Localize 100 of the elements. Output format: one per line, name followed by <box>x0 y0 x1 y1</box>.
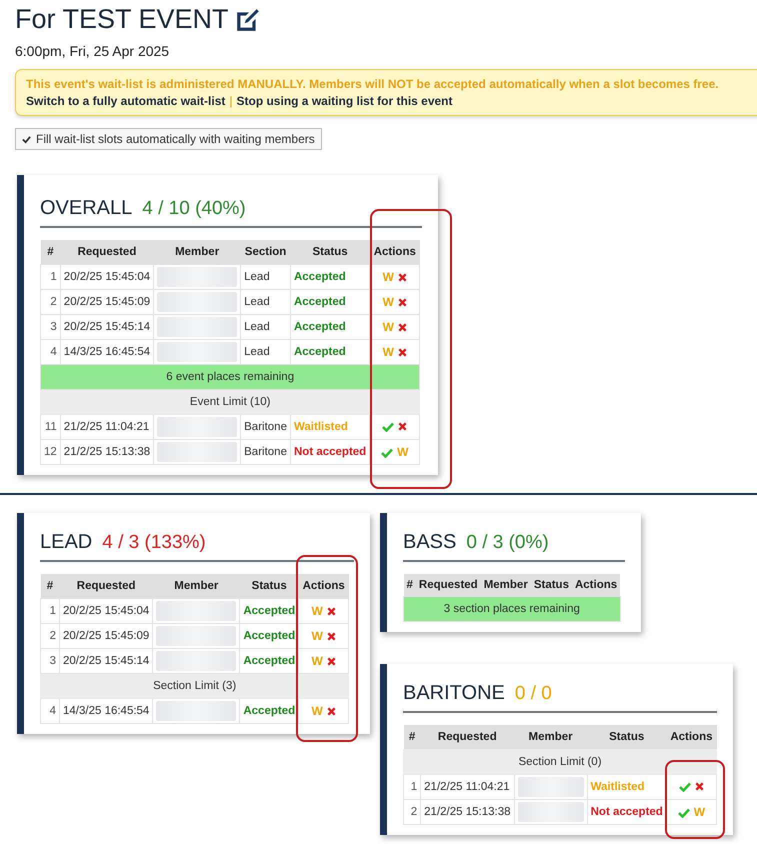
close-icon[interactable] <box>326 707 336 716</box>
panel-title: OVERALL <box>40 197 132 220</box>
status-cell: Accepted <box>240 624 299 648</box>
status-cell: Accepted <box>240 698 299 724</box>
close-icon[interactable] <box>398 273 407 282</box>
waitlist-action[interactable]: W <box>312 604 323 618</box>
close-icon[interactable] <box>398 348 407 358</box>
check-icon[interactable] <box>678 808 690 818</box>
table-cell: Baritone <box>240 440 290 464</box>
close-icon[interactable] <box>326 632 336 642</box>
column-header: Member <box>514 725 588 750</box>
table-cell: 20/2/25 15:45:04 <box>60 264 154 290</box>
table-cell: 3 <box>40 314 60 340</box>
table-cell: 2 <box>40 290 60 314</box>
column-header: Member <box>154 240 241 264</box>
waitlist-action[interactable]: W <box>397 445 408 459</box>
column-header: Requested <box>60 574 153 598</box>
column-header: Member <box>480 574 531 596</box>
close-icon[interactable] <box>694 782 704 792</box>
alert-link[interactable]: Switch to a fully automatic wait-list <box>26 94 226 108</box>
table-cell: 20/2/25 15:45:04 <box>60 598 153 624</box>
event-datetime: 6:00pm, Fri, 25 Apr 2025 <box>15 43 170 59</box>
check-icon <box>22 134 31 144</box>
waitlist-action[interactable]: W <box>312 629 323 643</box>
column-header: # <box>40 240 60 264</box>
limit-row: Event Limit (10) <box>40 390 420 414</box>
table-cell: 1 <box>40 264 60 290</box>
panel-count: 4 / 3 (133%) <box>102 532 206 554</box>
close-icon[interactable] <box>398 323 407 332</box>
check-icon[interactable] <box>678 782 691 792</box>
places-remaining-row: 3 section places remaining <box>404 596 620 622</box>
table-cell: 1 <box>40 598 60 624</box>
column-header: # <box>404 574 416 596</box>
places-remaining-row: 6 event places remaining <box>40 364 420 390</box>
table-cell: 2 <box>40 624 60 648</box>
column-header: Section <box>240 240 290 264</box>
waitlist-action[interactable]: W <box>382 320 394 334</box>
alert-link[interactable]: Stop using a waiting list for this event <box>236 94 453 108</box>
waitlist-action[interactable]: W <box>312 654 323 668</box>
table-cell: 20/2/25 15:45:09 <box>60 624 153 648</box>
table-cell: 21/2/25 11:04:21 <box>60 414 154 440</box>
table-cell: 11 <box>40 414 60 440</box>
table-cell: 20/2/25 15:45:14 <box>60 314 154 340</box>
column-header: Member <box>152 574 240 598</box>
table-cell: 4 <box>40 698 60 724</box>
table-cell: Lead <box>240 314 290 340</box>
status-cell: Accepted <box>290 314 370 340</box>
fill-slots-button[interactable]: Fill wait-list slots automatically with waiting members <box>15 128 322 150</box>
column-header: Actions <box>298 574 349 598</box>
column-header: Status <box>240 574 299 598</box>
close-icon[interactable] <box>398 422 408 432</box>
status-cell: Not accepted <box>290 440 370 464</box>
table-cell: 21/2/25 15:13:38 <box>420 800 514 824</box>
check-icon[interactable] <box>381 448 394 458</box>
column-header: Requested <box>416 574 481 596</box>
limit-row: Section Limit (0) <box>404 750 716 774</box>
panel-title: BARITONE <box>403 682 505 705</box>
panel-count: 0 / 3 (0%) <box>466 532 549 554</box>
waitlist-action[interactable]: W <box>312 704 323 718</box>
table-cell: 20/2/25 15:45:09 <box>60 290 154 314</box>
table-cell: Baritone <box>240 414 290 440</box>
link-separator: | <box>229 94 232 108</box>
close-icon[interactable] <box>398 298 407 308</box>
limit-row: Section Limit (3) <box>40 674 349 698</box>
table-cell: 14/3/25 16:45:54 <box>60 698 153 724</box>
table-cell: 2 <box>404 800 421 824</box>
table-cell: 1 <box>404 774 421 800</box>
column-header: Requested <box>60 240 154 264</box>
blurred-block <box>518 777 584 797</box>
table-cell: Lead <box>240 264 290 290</box>
column-header: Actions <box>370 240 420 264</box>
panel-title: BASS <box>403 531 456 554</box>
table-cell: Lead <box>240 290 290 314</box>
panel-count: 4 / 10 (40%) <box>142 198 246 220</box>
column-header: Status <box>290 240 370 264</box>
waitlist-action[interactable]: W <box>694 805 706 819</box>
status-cell: Accepted <box>240 598 299 624</box>
blurred-block <box>518 802 584 822</box>
alert-message: This event's wait-list is administered MANUALLY. Members will NOT be accepted automatically when a slot becomes free. <box>26 77 720 91</box>
panel-title: LEAD <box>40 531 92 554</box>
column-header: Actions <box>666 725 716 750</box>
waitlist-action[interactable]: W <box>382 345 394 359</box>
table-cell: 21/2/25 11:04:21 <box>420 774 514 800</box>
column-header: Requested <box>420 725 514 750</box>
close-icon[interactable] <box>326 657 336 666</box>
page-title: For TEST EVENT <box>15 4 229 35</box>
column-header: # <box>404 725 421 750</box>
table-cell: 12 <box>40 440 60 464</box>
table-cell: 21/2/25 15:13:38 <box>60 440 154 464</box>
column-header: Status <box>587 725 666 750</box>
waitlist-action[interactable]: W <box>382 270 394 284</box>
edit-icon[interactable] <box>234 6 261 32</box>
waitlist-action[interactable]: W <box>382 295 394 309</box>
close-icon[interactable] <box>326 607 336 616</box>
check-icon[interactable] <box>382 422 394 432</box>
column-header: # <box>40 574 60 598</box>
status-cell: Waitlisted <box>290 414 370 440</box>
status-cell: Accepted <box>290 264 370 290</box>
panel-count: 0 / 0 <box>514 683 552 705</box>
column-header: Actions <box>572 574 620 596</box>
